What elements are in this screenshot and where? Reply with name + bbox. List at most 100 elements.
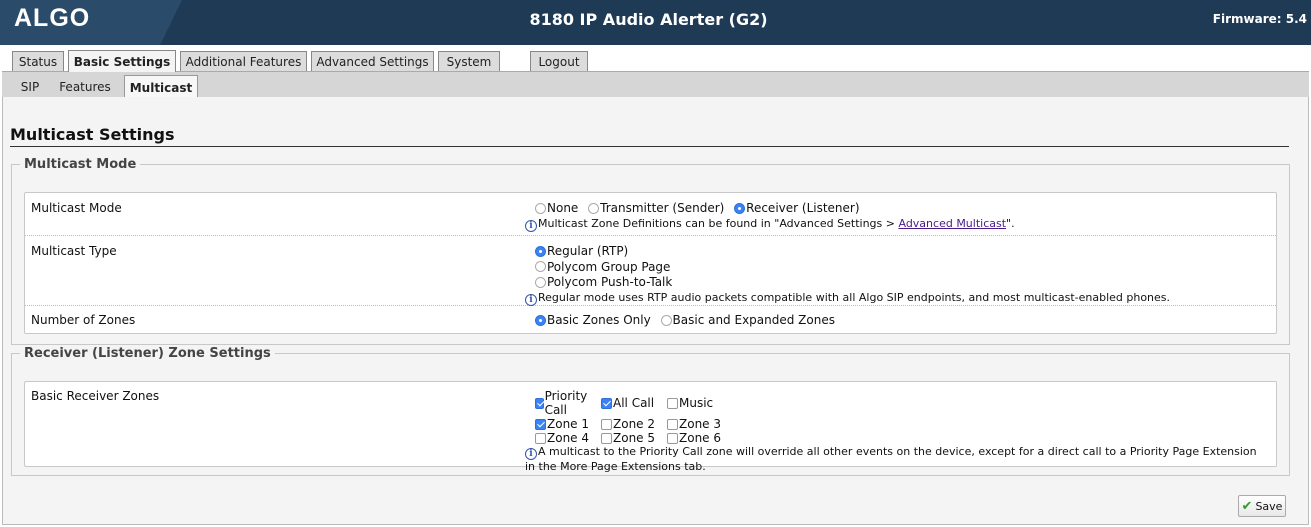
chk-zone-5[interactable] — [601, 432, 612, 444]
radio-polycom-group[interactable] — [535, 261, 546, 272]
receiver-zone-table: Basic Receiver Zones Priority Call All C… — [24, 381, 1277, 473]
checkbox-music[interactable]: Music — [667, 389, 731, 417]
mode-info-suffix: ". — [1006, 216, 1015, 230]
tab-system[interactable]: System — [438, 51, 500, 71]
multicast-mode-options: None Transmitter (Sender) Receiver (List… — [525, 201, 1015, 232]
number-of-zones-label: Number of Zones — [31, 313, 136, 327]
all-call-label: All Call — [613, 396, 655, 410]
radio-type-regular[interactable]: Regular (RTP) — [535, 244, 628, 258]
receiver-zone-group: Receiver (Listener) Zone Settings Basic … — [11, 346, 1290, 476]
info-icon: i — [525, 293, 537, 306]
radio-basic-zones[interactable]: Basic Zones Only — [535, 313, 651, 327]
radio-polycom-ptt-label: Polycom Push-to-Talk — [547, 275, 673, 289]
radio-receiver[interactable] — [734, 202, 746, 214]
radio-basic-label: Basic Zones Only — [547, 313, 651, 327]
chk-zone-6[interactable] — [667, 432, 678, 444]
radio-transmitter-label: Transmitter (Sender) — [600, 201, 725, 215]
receiver-zones-info: iA multicast to the Priority Call zone w… — [525, 445, 1257, 474]
info-icon: i — [525, 219, 537, 232]
chk-all-call[interactable] — [601, 397, 612, 409]
radio-polycom-ptt[interactable] — [535, 276, 546, 288]
radio-none[interactable] — [535, 202, 546, 214]
radio-mode-none[interactable]: None — [535, 201, 578, 215]
checkbox-priority-call[interactable]: Priority Call — [535, 389, 595, 417]
checkbox-zone-4[interactable]: Zone 4 — [535, 431, 595, 445]
device-title: 8180 IP Audio Alerter (G2) — [529, 10, 768, 29]
info-icon: i — [525, 448, 537, 460]
mode-info-prefix: Multicast Zone Definitions can be found … — [538, 216, 899, 230]
multicast-type-label: Multicast Type — [31, 244, 117, 258]
advanced-multicast-link[interactable]: Advanced Multicast — [898, 217, 1006, 230]
checkbox-zone-3[interactable]: Zone 3 — [667, 417, 731, 431]
tab-logout[interactable]: Logout — [530, 51, 588, 71]
receiver-zones-options: Priority Call All Call Music Zone 1 Zone… — [525, 389, 1257, 474]
radio-mode-receiver[interactable]: Receiver (Listener) — [734, 201, 860, 215]
zone-4-label: Zone 4 — [547, 431, 589, 445]
checkbox-zone-6[interactable]: Zone 6 — [667, 431, 731, 445]
tab-advanced-settings[interactable]: Advanced Settings — [311, 51, 434, 71]
multicast-mode-table: Multicast Mode None Transmitter (Sender)… — [24, 192, 1277, 334]
tab-status[interactable]: Status — [12, 51, 64, 71]
radio-regular-label: Regular (RTP) — [547, 244, 629, 258]
radio-receiver-label: Receiver (Listener) — [746, 201, 860, 215]
tab-additional-features[interactable]: Additional Features — [180, 51, 307, 71]
row-multicast-type: Multicast Type Regular (RTP) Polycom Gro… — [25, 236, 1276, 306]
multicast-mode-group: Multicast Mode Multicast Mode None Trans… — [11, 157, 1290, 345]
check-icon: ✔ — [1241, 498, 1253, 514]
chk-music[interactable] — [667, 397, 678, 409]
checkbox-all-call[interactable]: All Call — [601, 389, 661, 417]
tab-basic-settings[interactable]: Basic Settings — [68, 50, 176, 72]
checkbox-zone-2[interactable]: Zone 2 — [601, 417, 661, 431]
radio-regular[interactable] — [535, 245, 546, 257]
radio-basic[interactable] — [535, 314, 546, 326]
radio-expanded-label: Basic and Expanded Zones — [672, 313, 835, 327]
chk-zone-1[interactable] — [535, 418, 546, 430]
checkbox-zone-5[interactable]: Zone 5 — [601, 431, 661, 445]
radio-polycom-group-label: Polycom Group Page — [547, 259, 671, 274]
radio-expanded[interactable] — [660, 314, 672, 326]
save-button[interactable]: ✔ Save — [1238, 495, 1286, 517]
type-info-text: Regular mode uses RTP audio packets comp… — [538, 290, 1171, 304]
checkbox-zone-1[interactable]: Zone 1 — [535, 417, 595, 431]
chk-zone-2[interactable] — [601, 418, 612, 430]
subtab-multicast[interactable]: Multicast — [124, 75, 198, 99]
receiver-info-line2: in the More Page Extensions tab. — [525, 460, 706, 473]
app-header: ALGO 8180 IP Audio Alerter (G2) Firmware… — [0, 0, 1311, 45]
chk-zone-4[interactable] — [535, 432, 546, 444]
priority-call-label: Priority Call — [544, 389, 588, 417]
zone-3-label: Zone 3 — [679, 417, 721, 431]
firmware-version: Firmware: 5.4 — [1212, 12, 1307, 26]
save-label: Save — [1255, 499, 1283, 513]
number-of-zones-options: Basic Zones Only Basic and Expanded Zone… — [535, 313, 841, 329]
music-label: Music — [679, 396, 714, 410]
radio-type-polycom-ptt[interactable]: Polycom Push-to-Talk — [535, 275, 672, 289]
receiver-zone-legend: Receiver (Listener) Zone Settings — [24, 346, 271, 361]
sub-tabs: SIP Features Multicast — [2, 71, 1309, 99]
receiver-info-line1: A multicast to the Priority Call zone wi… — [538, 445, 1257, 458]
zone-2-label: Zone 2 — [613, 417, 655, 431]
multicast-mode-legend: Multicast Mode — [24, 157, 137, 172]
basic-receiver-zones-label: Basic Receiver Zones — [31, 389, 160, 403]
multicast-type-info: i Regular mode uses RTP audio packets com… — [525, 291, 1170, 306]
zone-5-label: Zone 5 — [613, 431, 655, 445]
zone-1-label: Zone 1 — [547, 417, 589, 431]
subtab-features[interactable]: Features — [54, 76, 116, 98]
zone-6-label: Zone 6 — [679, 431, 721, 445]
zone-checkbox-grid: Priority Call All Call Music Zone 1 Zone… — [535, 389, 1257, 445]
chk-zone-3[interactable] — [667, 418, 678, 430]
multicast-type-options: Regular (RTP) Polycom Group Page Polycom… — [525, 244, 1170, 306]
radio-mode-transmitter[interactable]: Transmitter (Sender) — [588, 201, 724, 215]
radio-none-label: None — [547, 201, 579, 215]
radio-type-polycom-group[interactable]: Polycom Group Page — [535, 260, 670, 274]
chk-priority-call[interactable] — [535, 397, 544, 409]
row-multicast-mode: Multicast Mode None Transmitter (Sender)… — [25, 193, 1276, 236]
multicast-mode-label: Multicast Mode — [31, 201, 122, 215]
page-title: Multicast Settings — [10, 125, 175, 144]
main-tabs: Status Basic Settings Additional Feature… — [0, 45, 1311, 72]
title-divider — [10, 146, 1289, 147]
radio-transmitter[interactable] — [588, 202, 600, 214]
radio-expanded-zones[interactable]: Basic and Expanded Zones — [660, 313, 835, 327]
row-number-of-zones: Number of Zones Basic Zones Only Basic a… — [25, 306, 1276, 335]
subtab-sip[interactable]: SIP — [12, 76, 48, 98]
multicast-mode-info: i Multicast Zone Definitions can be found… — [525, 217, 1015, 232]
